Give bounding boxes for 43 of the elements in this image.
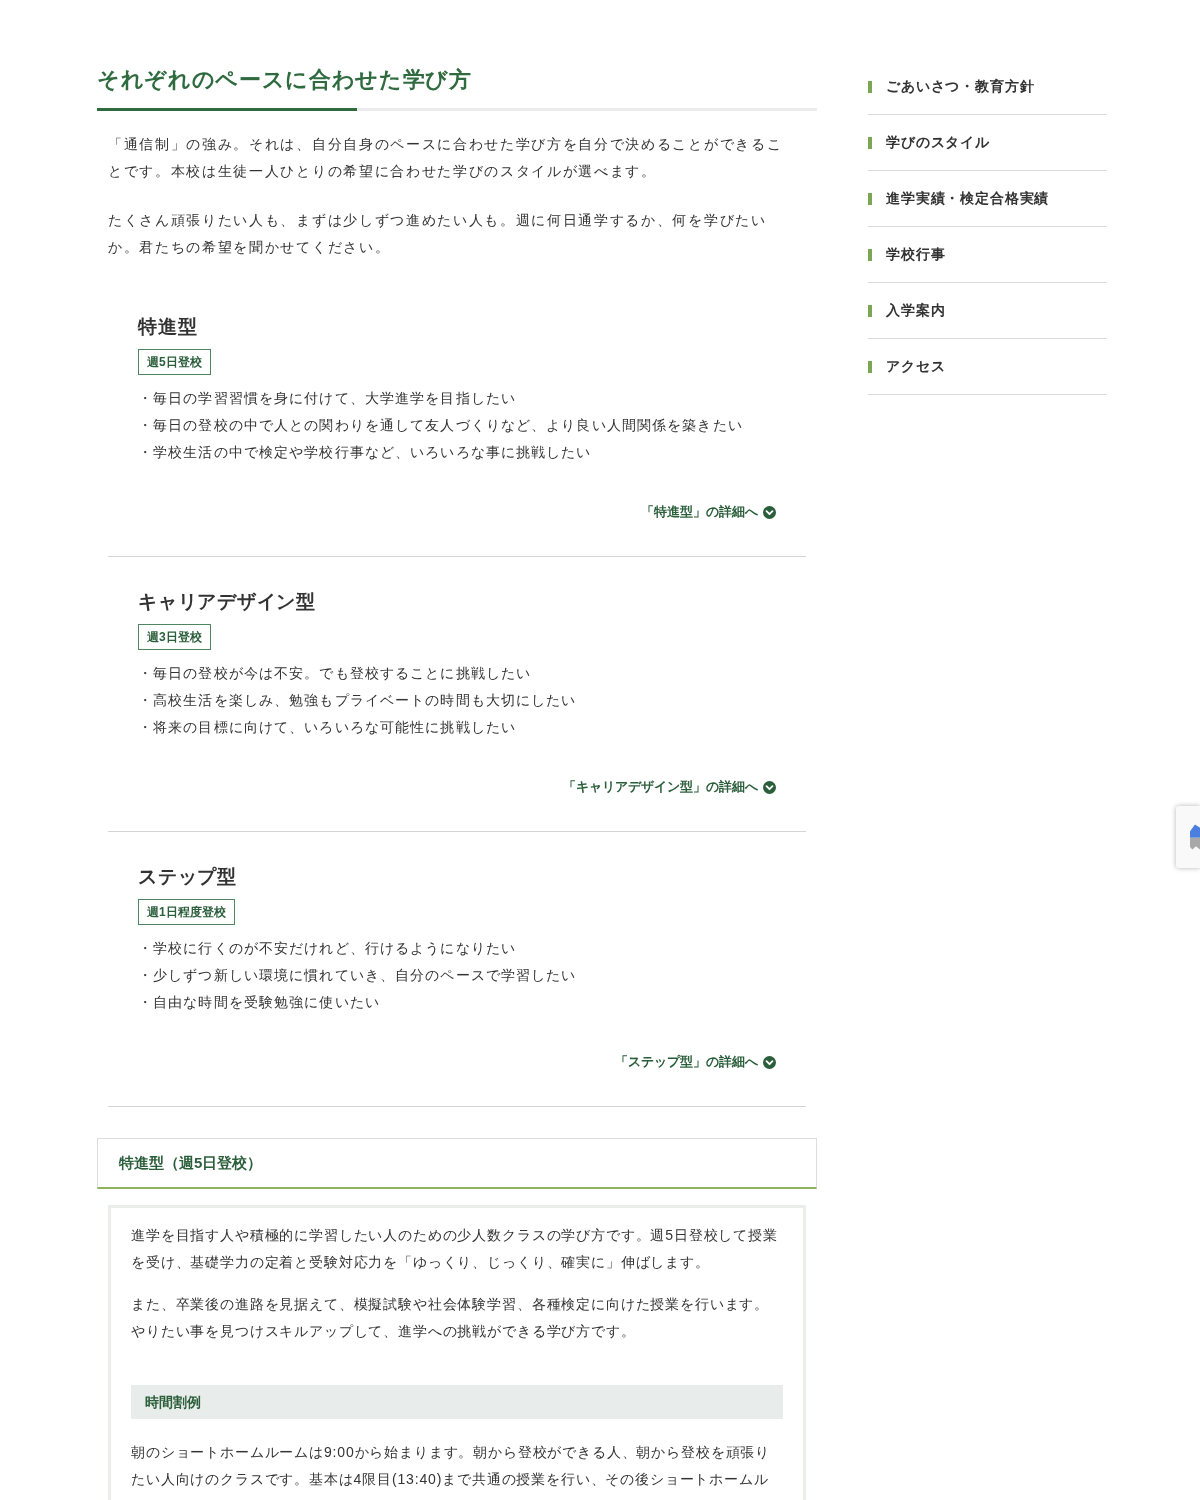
accordion-header[interactable]: 特進型（週5日登校） <box>97 1138 817 1189</box>
chevron-down-icon <box>763 1055 776 1069</box>
course-point: ・将来の目標に向けて、いろいろな可能性に挑戦したい <box>138 718 517 737</box>
bar-marker-icon <box>868 248 872 261</box>
intro-paragraph: 「通信制」の強み。それは、自分自身のペースに合わせた学び方を自分で決めることができることです。本校は生徒一人ひとりの希望に合わせた学びのスタイルが選べます。 <box>108 135 784 181</box>
detail-paragraph: また、卒業後の進路を見据えて、模擬試験や社会体験学習、各種検定に向けた授業を行います。やりたい事を見つけスキルアップして、進学への挑戦ができる学び方です。 <box>131 1295 771 1341</box>
logo-icon <box>1190 822 1200 852</box>
sidebar-link[interactable]: 学校行事 <box>868 227 1107 283</box>
attendance-tag: 週3日登校 <box>138 624 211 650</box>
course-point: ・毎日の登校が今は不安。でも登校することに挑戦したい <box>138 664 533 683</box>
course-point: ・高校生活を楽しみ、勉強もプライベートの時間も大切にしたい <box>138 691 578 710</box>
bar-marker-icon <box>868 136 872 149</box>
chevron-down-icon <box>763 505 776 519</box>
sidebar-link[interactable]: 入学案内 <box>868 283 1107 339</box>
detail-paragraph: 朝のショートホームルームは9:00から始まります。朝から登校ができる人、朝から登校を頑張りたい人向けのクラスです。基本は4限目(13:40)まで共通の授業を行い、その後ショートホームル <box>131 1443 772 1489</box>
attendance-tag: 週5日登校 <box>138 349 211 375</box>
floating-badge[interactable] <box>1176 806 1200 868</box>
sidebar-link[interactable]: 学びのスタイル <box>868 115 1107 171</box>
bar-marker-icon <box>868 192 872 205</box>
course-point: ・学校生活の中で検定や学校行事など、いろいろな事に挑戦したい <box>138 443 593 462</box>
sidebar-link[interactable]: 進学実績・検定合格実績 <box>868 171 1107 227</box>
course-title: ステップ型 <box>138 865 238 889</box>
sidebar-link[interactable]: ごあいさつ・教育方針 <box>868 59 1107 115</box>
bar-marker-icon <box>868 304 872 317</box>
course-title: 特進型 <box>138 315 199 339</box>
bar-marker-icon <box>868 360 872 373</box>
detail-link[interactable]: 「特進型」の詳細へ <box>641 502 776 522</box>
detail-link[interactable]: 「キャリアデザイン型」の詳細へ <box>563 777 776 797</box>
detail-link[interactable]: 「ステップ型」の詳細へ <box>615 1052 776 1072</box>
bar-marker-icon <box>868 80 872 93</box>
section-heading: それぞれのペースに合わせた学び方 <box>97 66 473 94</box>
course-point: ・毎日の登校の中で人との関わりを通して友人づくりなど、より良い人間関係を築きたい <box>138 416 744 435</box>
course-title: キャリアデザイン型 <box>138 590 317 614</box>
intro-paragraph: たくさん頑張りたい人も、まずは少しずつ進めたい人も。週に何日通学するか、何を学びたいか。君たちの希望を聞かせてください。 <box>108 211 768 257</box>
course-point: ・学校に行くのが不安だけれど、行けるようになりたい <box>138 939 517 958</box>
chevron-down-icon <box>763 780 776 794</box>
course-point: ・毎日の学習習慣を身に付けて、大学進学を目指したい <box>138 389 517 408</box>
detail-paragraph: 進学を目指す人や積極的に学習したい人のための少人数クラスの学び方です。週5日登校して授業を受け、基礎学力の定着と受験対応力を「ゆっくり、じっくり、確実に」伸ばします。 <box>131 1226 779 1272</box>
sidebar-link[interactable]: アクセス <box>868 339 1107 395</box>
course-point: ・少しずつ新しい環境に慣れていき、自分のペースで学習したい <box>138 966 578 985</box>
attendance-tag: 週1日程度登校 <box>138 899 235 925</box>
subheading: 時間割例 <box>145 1392 201 1412</box>
course-point: ・自由な時間を受験勉強に使いたい <box>138 993 381 1012</box>
